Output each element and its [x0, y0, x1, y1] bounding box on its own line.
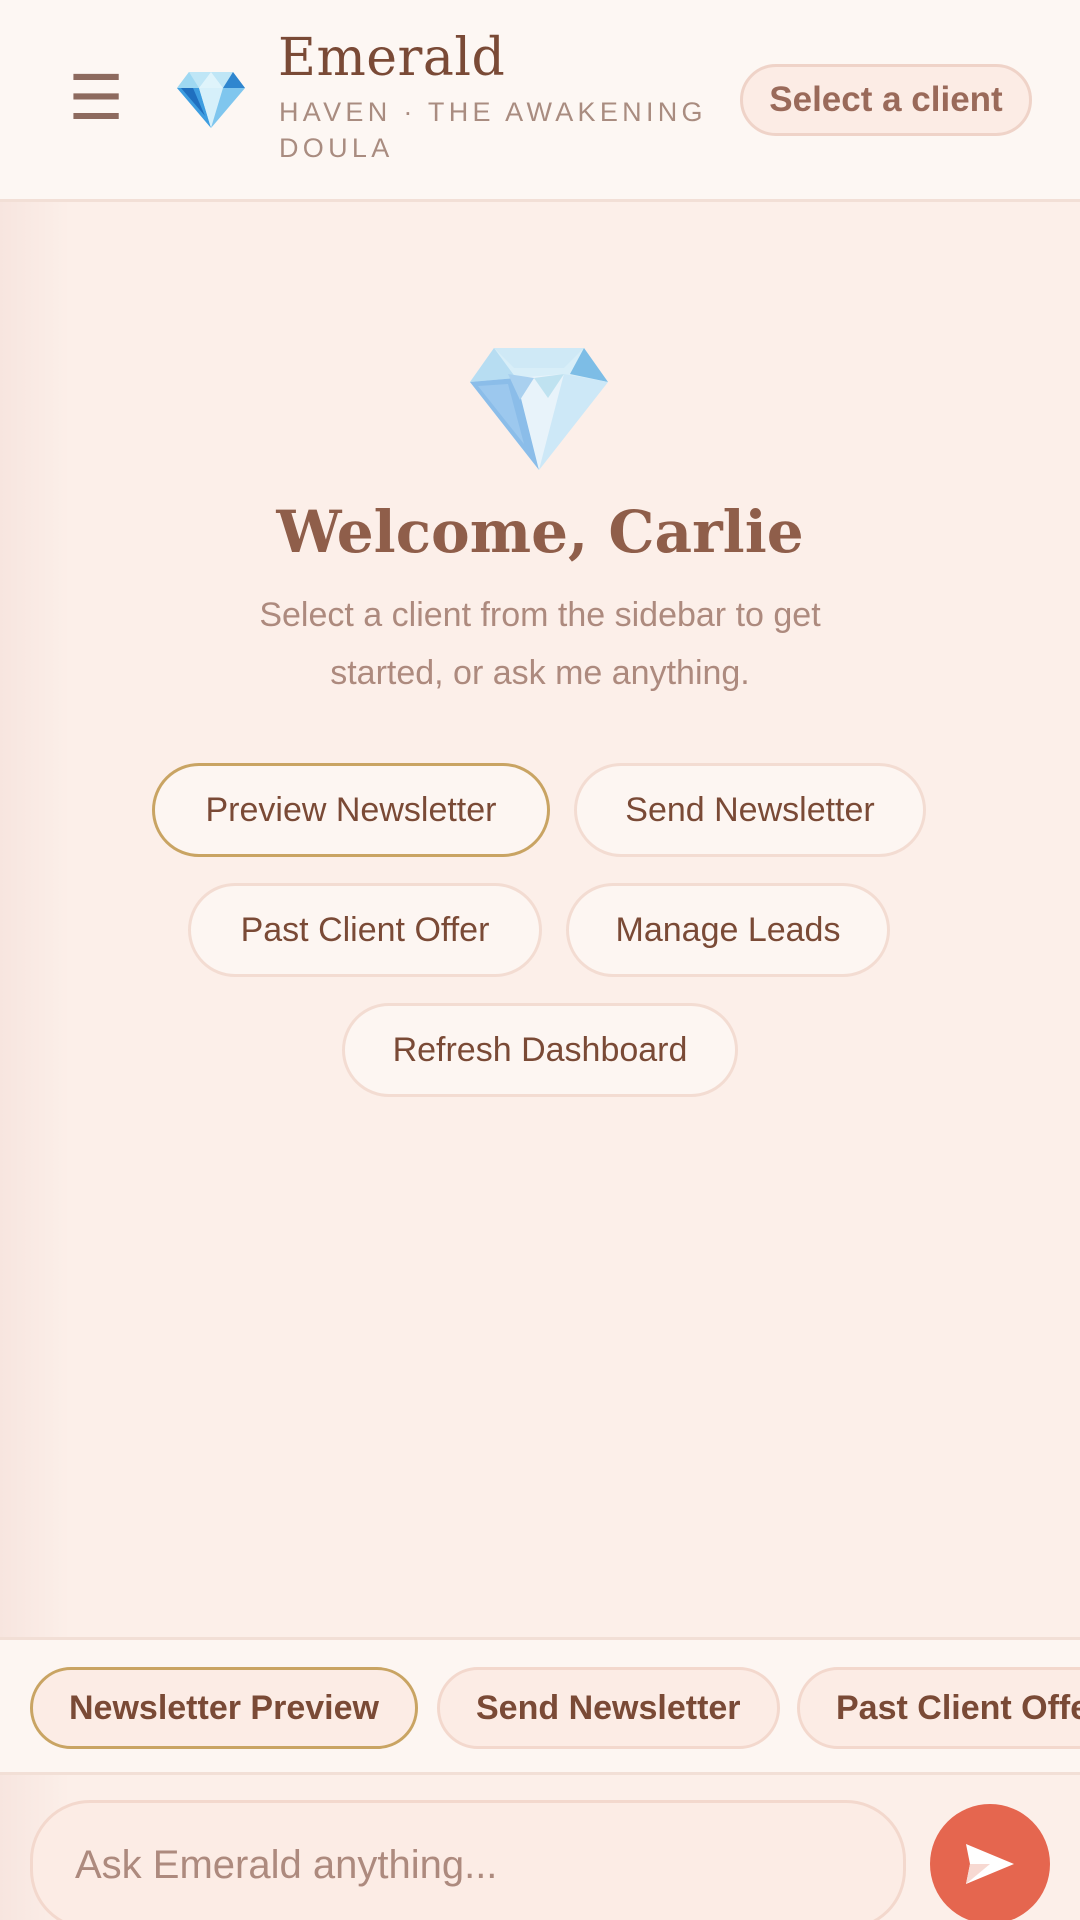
chip-newsletter-preview[interactable]: Newsletter Preview	[30, 1667, 418, 1749]
send-button[interactable]	[930, 1804, 1050, 1920]
diamond-icon	[177, 72, 245, 128]
refresh-dashboard-button[interactable]: Refresh Dashboard	[342, 1003, 738, 1097]
welcome-subtitle: Select a client from the sidebar to get …	[259, 596, 821, 692]
brand-name: Emerald	[278, 28, 506, 88]
quick-actions-bar[interactable]: Newsletter Preview Send Newsletter Past …	[0, 1637, 1080, 1775]
diamond-icon	[470, 348, 608, 470]
ask-input[interactable]	[30, 1800, 906, 1920]
past-client-offer-button[interactable]: Past Client Offer	[188, 883, 542, 977]
chip-past-client-offer[interactable]: Past Client Offer	[797, 1667, 1080, 1749]
welcome-title: Welcome, Carlie	[276, 498, 804, 566]
send-icon	[966, 1844, 1014, 1884]
hamburger-icon[interactable]: ☰	[60, 62, 132, 134]
app-root: ☰ Emerald HAVEN · THE AWAKENING DOULA Se…	[0, 0, 1080, 1920]
top-bar: ☰ Emerald HAVEN · THE AWAKENING DOULA Se…	[0, 0, 1080, 202]
brand-subtitle: HAVEN · THE AWAKENING DOULA	[279, 97, 707, 163]
manage-leads-button[interactable]: Manage Leads	[566, 883, 890, 977]
client-select-button[interactable]: Select a client	[740, 64, 1032, 136]
chip-send-newsletter[interactable]: Send Newsletter	[437, 1667, 780, 1749]
send-newsletter-button[interactable]: Send Newsletter	[574, 763, 926, 857]
preview-newsletter-button[interactable]: Preview Newsletter	[152, 763, 550, 857]
